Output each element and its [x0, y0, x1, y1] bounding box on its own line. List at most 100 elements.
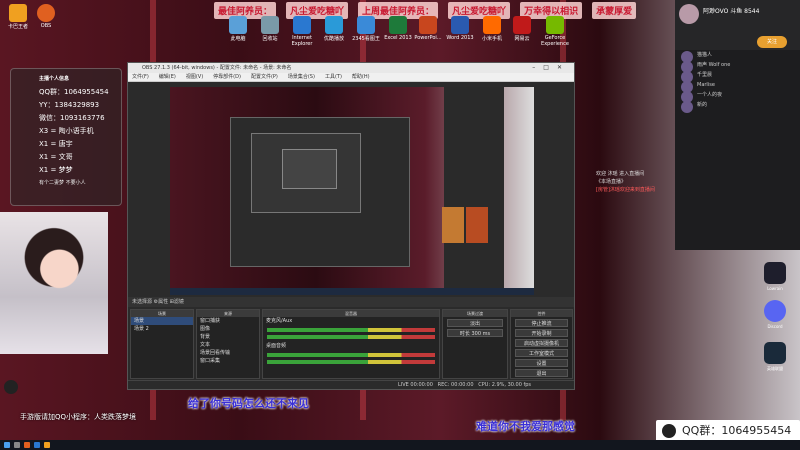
transitions-dock[interactable]: 场景过渡 淡出 时长 300 ms: [442, 309, 508, 379]
source-item[interactable]: 窗口采集: [197, 357, 259, 365]
menu-scene-collection[interactable]: 场景集合(S): [288, 73, 315, 81]
desktop-icon[interactable]: Internet Explorer: [288, 16, 316, 47]
desktop-icon-obs[interactable]: OBS: [32, 4, 60, 29]
mixer-channel-label: 桌面音频: [266, 343, 287, 349]
source-item[interactable]: 背景: [197, 333, 259, 341]
discord-icon[interactable]: [764, 300, 786, 322]
league-label: 英雄联盟: [767, 366, 783, 371]
qq-group-tag: QQ群：1064955454: [656, 420, 800, 442]
taskbar-icon[interactable]: [24, 442, 30, 448]
chat-message: 雨声 Wolf one: [675, 60, 800, 73]
chat-message: Marlise: [675, 80, 800, 93]
stop-streaming-button[interactable]: 停止推流: [515, 319, 568, 327]
desktop-icon[interactable]: 小米手机: [478, 16, 506, 42]
exit-button[interactable]: 退出: [515, 369, 568, 377]
desktop-icon[interactable]: 2345看图王: [352, 16, 380, 42]
sources-dock[interactable]: 来源 窗口捕获 图像 背景 文本 场景回看传输 窗口采集: [196, 309, 260, 379]
streamer-name: 阿渺OVO 斗鱼 8544: [703, 8, 760, 15]
webcam-feed: [0, 212, 108, 354]
volume-meter[interactable]: [267, 335, 435, 339]
windows-taskbar: [0, 440, 800, 450]
studio-mode-button[interactable]: 工作室模式: [515, 349, 568, 357]
menu-tools[interactable]: 工具(T): [325, 73, 342, 81]
chat-panel: 阿渺OVO 斗鱼 8544 关注 猫猫人 雨声 Wolf one 千里晨 Mar…: [675, 0, 800, 250]
desktop-icon[interactable]: 此电脑: [224, 16, 252, 42]
start-recording-button[interactable]: 开始录制: [515, 329, 568, 337]
obs-window[interactable]: OBS 27.1.3 (64-bit, windows) - 配置文件: 未命名…: [127, 62, 575, 390]
info-title: 主播个人信息: [39, 76, 70, 82]
menu-profile[interactable]: 配置文件(P): [251, 73, 278, 81]
scene-item[interactable]: 场景: [131, 317, 193, 325]
taskbar-icon[interactable]: [44, 442, 50, 448]
follow-button[interactable]: 关注: [757, 36, 787, 48]
virtual-camera-button[interactable]: 启动虚拟摄像机: [515, 339, 568, 347]
banner-slogan-2: 承蒙厚爱: [592, 2, 637, 19]
transition-duration[interactable]: 时长 300 ms: [447, 329, 503, 337]
lyric-subtitle-1: 给了你号码怎么还不来见: [188, 397, 309, 410]
mixer-channel-label: 麦克风/Aux: [266, 318, 293, 324]
desktop-icon[interactable]: 卡巴王者: [4, 4, 32, 30]
system-message: [房管]沐瑶欢迎来到直播间: [596, 187, 655, 193]
start-icon[interactable]: [4, 442, 10, 448]
desktop-icon[interactable]: Word 2013: [446, 16, 474, 41]
desktop-icon[interactable]: 回收站: [256, 16, 284, 42]
chat-message: 猫猫人: [675, 50, 800, 63]
avatar: [679, 4, 699, 24]
desktop-icon[interactable]: Excel 2013: [384, 16, 412, 41]
settings-button[interactable]: 设置: [515, 359, 568, 367]
source-item[interactable]: 文本: [197, 341, 259, 349]
league-icon[interactable]: [764, 342, 786, 364]
chat-message: 千里晨: [675, 70, 800, 83]
info-line: 微信：1093163776: [39, 114, 105, 122]
chat-message: 新的: [675, 100, 800, 113]
audio-mixer-dock[interactable]: 混音器 麦克风/Aux 桌面音频: [262, 309, 440, 379]
scene-item[interactable]: 场景 2: [131, 325, 193, 333]
chat-header: 阿渺OVO 斗鱼 8544 关注: [675, 0, 800, 50]
menu-help[interactable]: 帮助(H): [352, 73, 370, 81]
system-messages: 欢迎 沐瑶 进入直播间 《本场直播》 [房管]沐瑶欢迎来到直播间: [596, 170, 666, 194]
volume-meter[interactable]: [267, 328, 435, 332]
info-foot: 有个二妻梦 不要小人: [39, 180, 86, 186]
desktop-icon[interactable]: GeForce Experience: [538, 16, 572, 47]
window-controls[interactable]: –□✕: [532, 63, 570, 73]
obs-menu-bar: 文件(F) 编辑(E) 视图(V) 停靠部件(D) 配置文件(P) 场景集合(S…: [128, 73, 574, 82]
chat-message: 一个人的夜: [675, 90, 800, 103]
system-message: 欢迎 沐瑶 进入直播间: [596, 171, 645, 177]
desktop-icon[interactable]: 网易云: [508, 16, 536, 42]
info-line: QQ群：1064955454: [39, 88, 109, 96]
obs-title-bar[interactable]: OBS 27.1.3 (64-bit, windows) - 配置文件: 未命名…: [128, 63, 574, 73]
qq-mini-program-text: 手游版请加QQ小程序：人类跌落梦境: [20, 413, 137, 421]
desktop-icon[interactable]: 优酷播放: [320, 16, 348, 42]
menu-docks[interactable]: 停靠部件(D): [213, 73, 241, 81]
volume-meter[interactable]: [267, 353, 435, 357]
taskbar-icon[interactable]: [14, 442, 20, 448]
obs-status-bar: LIVE 00:00:00 REC: 00:00:00 CPU: 2.9%, 3…: [128, 380, 574, 389]
info-line: X1 = 梦梦: [39, 166, 73, 174]
controls-dock[interactable]: 控件 停止推流 开始录制 启动虚拟摄像机 工作室模式 设置 退出: [510, 309, 573, 379]
lowrain-label: Lowrain: [767, 286, 783, 291]
source-item[interactable]: 窗口捕获: [197, 317, 259, 325]
obs-title: OBS 27.1.3 (64-bit, windows) - 配置文件: 未命名…: [142, 65, 292, 71]
taskbar-icon[interactable]: [34, 442, 40, 448]
info-line: X1 = 唐宇: [39, 140, 73, 148]
source-item[interactable]: 图像: [197, 325, 259, 333]
qq-icon: [4, 380, 18, 394]
obs-preview[interactable]: [170, 87, 534, 295]
streamer-info-card: 主播个人信息 QQ群：1064955454 YY：1384329893 微信：1…: [10, 68, 122, 206]
menu-edit[interactable]: 编辑(E): [159, 73, 176, 81]
volume-meter[interactable]: [267, 360, 435, 364]
lowrain-icon[interactable]: [764, 262, 786, 284]
menu-view[interactable]: 视图(V): [186, 73, 203, 81]
scenes-dock[interactable]: 场景 场景 场景 2: [130, 309, 194, 379]
menu-file[interactable]: 文件(F): [132, 73, 149, 81]
desktop-icon[interactable]: PowerPoi...: [414, 16, 442, 41]
source-toolbar[interactable]: 未选择源 ⚙属性 ⊞滤镜: [128, 297, 574, 307]
info-line: X1 = 文哥: [39, 153, 73, 161]
info-line: YY：1384329893: [39, 101, 100, 109]
source-item[interactable]: 场景回看传输: [197, 349, 259, 357]
discord-label: Discord: [767, 324, 783, 329]
nested-taskbar: [170, 288, 534, 295]
nested-obs-preview: [230, 117, 410, 267]
system-message: 《本场直播》: [596, 179, 627, 185]
transition-select[interactable]: 淡出: [447, 319, 503, 327]
